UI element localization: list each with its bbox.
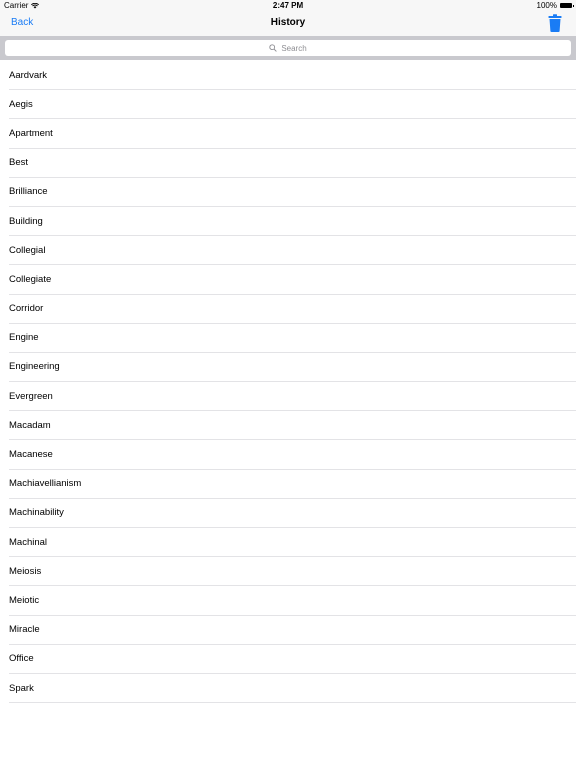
battery-percent: 100% xyxy=(536,1,557,10)
list-item[interactable]: Apartment xyxy=(9,119,576,149)
search-icon xyxy=(269,44,278,52)
list-item-label: Meiotic xyxy=(9,594,40,606)
battery-indicator: 100% xyxy=(536,1,574,10)
list-item-label: Machiavellianism xyxy=(9,478,82,490)
list-item[interactable]: Building xyxy=(9,207,576,237)
list-item[interactable]: Best xyxy=(9,149,576,178)
history-list: Aardvark Aegis Apartment Best Brilliance… xyxy=(0,61,576,704)
list-item-label: Collegial xyxy=(9,244,46,256)
list-item[interactable]: Machinability xyxy=(9,499,576,528)
list-item-label: Evergreen xyxy=(9,390,53,402)
status-bar: Carrier 2:47 PM 100% xyxy=(0,0,576,12)
list-item-label: Office xyxy=(9,653,34,665)
list-item-label: Corridor xyxy=(9,303,44,315)
list-item[interactable]: Office xyxy=(9,645,576,674)
search-bar: Search xyxy=(0,36,576,60)
list-item[interactable]: Meiosis xyxy=(9,557,576,587)
list-item[interactable]: Evergreen xyxy=(9,382,576,412)
status-time: 2:47 PM xyxy=(272,1,304,10)
list-item[interactable]: Engineering xyxy=(9,353,576,383)
list-item[interactable]: Meiotic xyxy=(9,586,576,616)
list-item-label: Aegis xyxy=(9,98,33,110)
list-item[interactable]: Collegiate xyxy=(9,265,576,295)
list-item-label: Collegiate xyxy=(9,273,52,285)
list-item[interactable]: Corridor xyxy=(9,295,576,324)
list-item-label: Macanese xyxy=(9,449,53,461)
list-item[interactable]: Macanese xyxy=(9,440,576,470)
list-item[interactable]: Machinal xyxy=(9,528,576,558)
list-item[interactable]: Aardvark xyxy=(9,61,576,91)
page-title: History xyxy=(270,17,306,28)
navigation-bar: Back History xyxy=(0,12,576,36)
list-item-label: Spark xyxy=(9,682,34,694)
trash-icon[interactable] xyxy=(548,14,562,32)
list-item[interactable]: Macadam xyxy=(9,411,576,441)
battery-icon xyxy=(560,3,574,8)
list-item-label: Brilliance xyxy=(9,186,48,198)
list-item-label: Apartment xyxy=(9,127,53,139)
list-item[interactable]: Engine xyxy=(9,324,576,353)
list-item[interactable]: Machiavellianism xyxy=(9,470,576,499)
list-item[interactable]: Aegis xyxy=(9,90,576,120)
search-input[interactable]: Search xyxy=(5,40,571,56)
list-item-label: Meiosis xyxy=(9,565,42,577)
search-placeholder: Search xyxy=(281,43,307,53)
list-item-label: Macadam xyxy=(9,419,51,431)
list-item[interactable]: Miracle xyxy=(9,616,576,645)
list-item-label: Machinal xyxy=(9,536,48,548)
list-item[interactable]: Collegial xyxy=(9,236,576,266)
list-item[interactable]: Spark xyxy=(9,674,576,704)
list-item[interactable]: Brilliance xyxy=(9,178,576,207)
list-item-label: Miracle xyxy=(9,624,40,636)
list-item-label: Building xyxy=(9,215,43,227)
list-item-label: Engine xyxy=(9,332,39,344)
list-item-label: Aardvark xyxy=(9,69,48,81)
list-item-label: Machinability xyxy=(9,507,64,519)
list-item-label: Engineering xyxy=(9,361,60,373)
list-item-label: Best xyxy=(9,157,29,169)
